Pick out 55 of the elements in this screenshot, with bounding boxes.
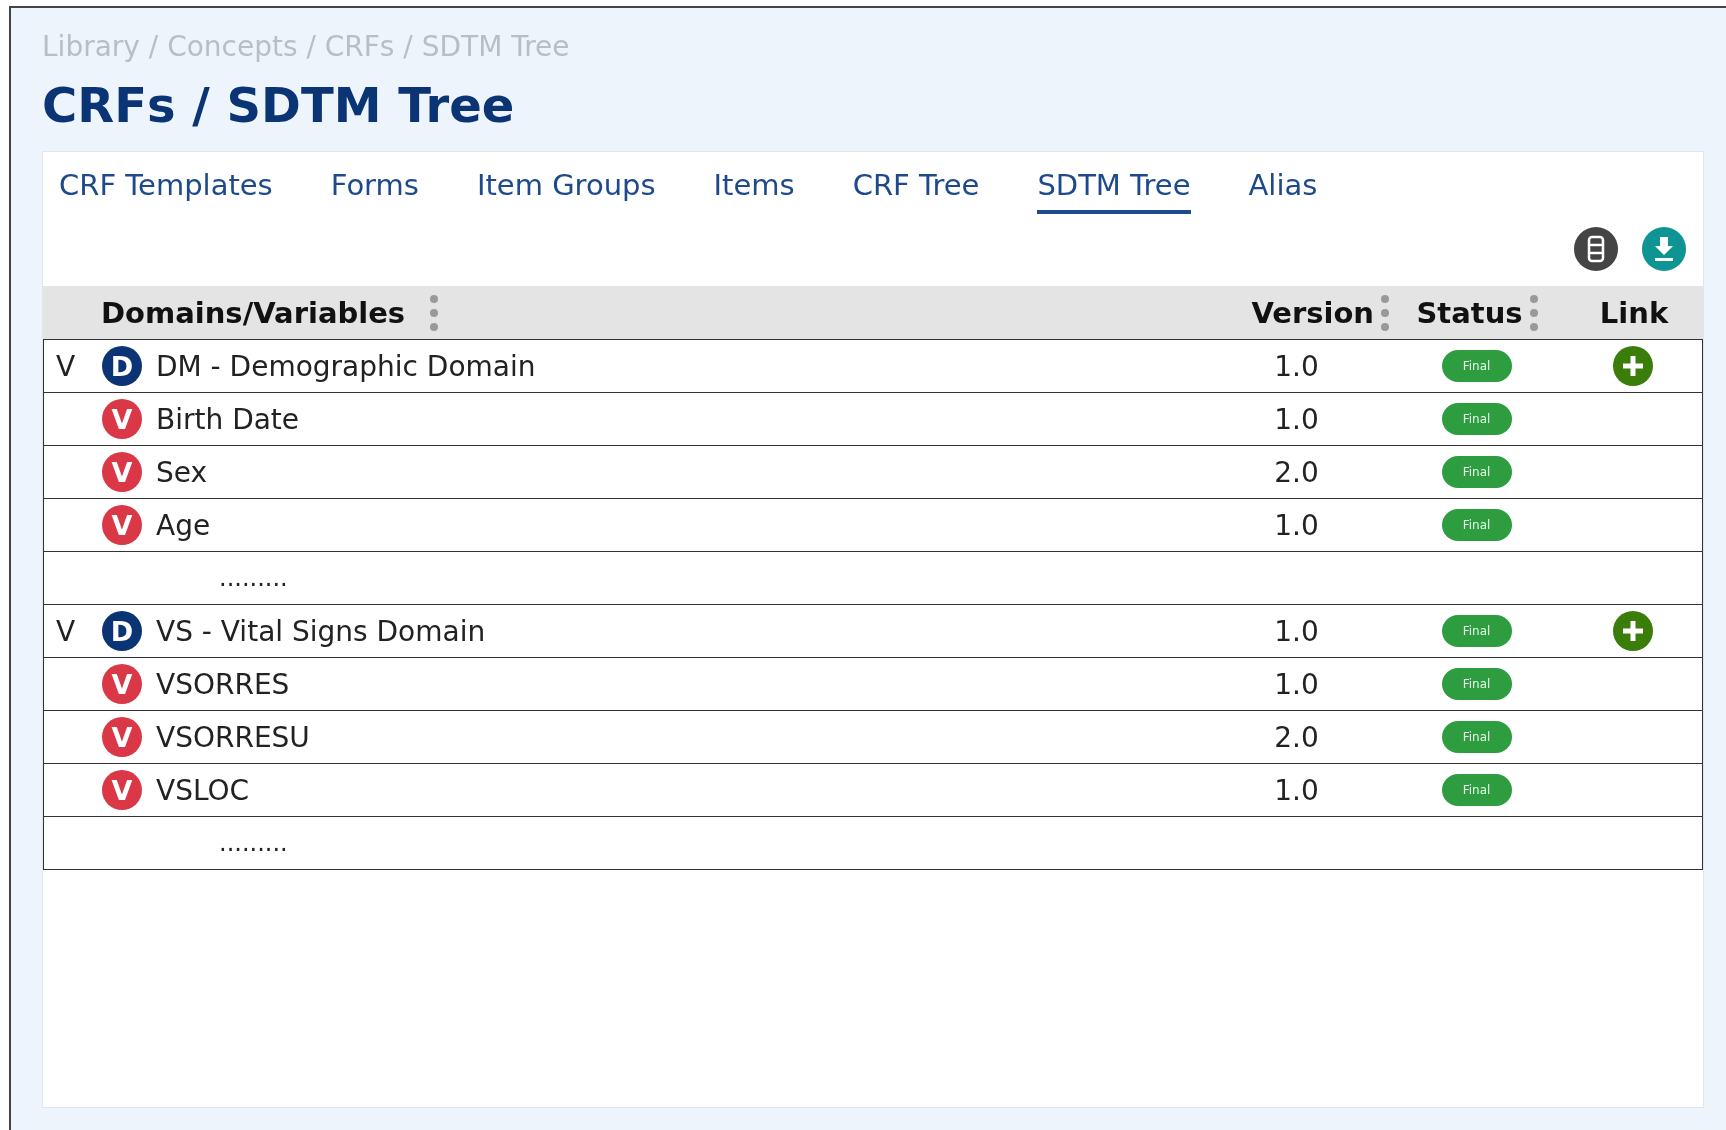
domain-badge: D <box>102 611 142 651</box>
column-header: Link <box>1599 295 1669 330</box>
tab[interactable]: Forms <box>330 168 419 214</box>
version-text: 1.0 <box>1274 349 1319 383</box>
status-badge: Final <box>1441 668 1512 700</box>
column-menu-icon[interactable] <box>1528 292 1539 333</box>
download-icon[interactable] <box>1641 226 1687 272</box>
version-text: 2.0 <box>1274 720 1319 754</box>
version-text: 1.0 <box>1274 614 1319 648</box>
variable-name[interactable]: Age <box>156 508 211 542</box>
status-badge: Final <box>1441 403 1512 435</box>
more-indicator: ......... <box>219 829 288 857</box>
version-text: 2.0 <box>1274 455 1319 489</box>
version-text: 1.0 <box>1274 508 1319 542</box>
variable-name[interactable]: VSORRESU <box>156 720 310 754</box>
variable-badge: V <box>102 505 142 545</box>
expand-toggle[interactable]: V <box>44 349 102 383</box>
column-header: Version <box>1251 295 1374 330</box>
status-badge: Final <box>1441 774 1512 806</box>
variable-name[interactable]: Sex <box>156 455 208 489</box>
tab[interactable]: Items <box>713 168 795 214</box>
column-menu-icon[interactable] <box>1380 292 1390 333</box>
tab[interactable]: Item Groups <box>476 168 656 214</box>
variable-name[interactable]: VSORRES <box>156 667 290 701</box>
column-header: Status <box>1416 295 1523 330</box>
variable-badge: V <box>102 717 142 757</box>
status-badge: Final <box>1441 615 1512 647</box>
status-badge: Final <box>1441 721 1512 753</box>
status-badge: Final <box>1441 456 1512 488</box>
expand-toggle[interactable]: V <box>44 614 102 648</box>
variable-badge: V <box>102 664 142 704</box>
variable-name[interactable]: Birth Date <box>156 402 300 436</box>
version-text: 1.0 <box>1274 402 1319 436</box>
variable-badge: V <box>102 770 142 810</box>
more-indicator: ......... <box>219 564 288 592</box>
domain-name[interactable]: DM - Demographic Domain <box>156 349 536 383</box>
variable-badge: V <box>102 452 142 492</box>
variable-badge: V <box>102 399 142 439</box>
version-text: 1.0 <box>1274 773 1319 807</box>
status-badge: Final <box>1441 350 1512 382</box>
tab[interactable]: Alias <box>1248 168 1318 214</box>
tab[interactable]: CRF Tree <box>852 168 980 214</box>
domain-badge: D <box>102 346 142 386</box>
add-link-icon[interactable] <box>1612 345 1654 387</box>
tab[interactable]: CRF Templates <box>59 168 273 214</box>
page-title: CRFs / SDTM Tree <box>42 77 516 133</box>
column-header: Domains/Variables <box>101 295 406 330</box>
tab[interactable]: SDTM Tree <box>1037 168 1191 214</box>
add-link-icon[interactable] <box>1612 610 1654 652</box>
domain-name[interactable]: VS - Vital Signs Domain <box>156 614 486 648</box>
status-badge: Final <box>1441 509 1512 541</box>
version-text: 1.0 <box>1274 667 1319 701</box>
column-menu-icon[interactable] <box>429 292 440 333</box>
variable-name[interactable]: VSLOC <box>156 773 250 807</box>
columns-icon[interactable] <box>1573 226 1619 272</box>
